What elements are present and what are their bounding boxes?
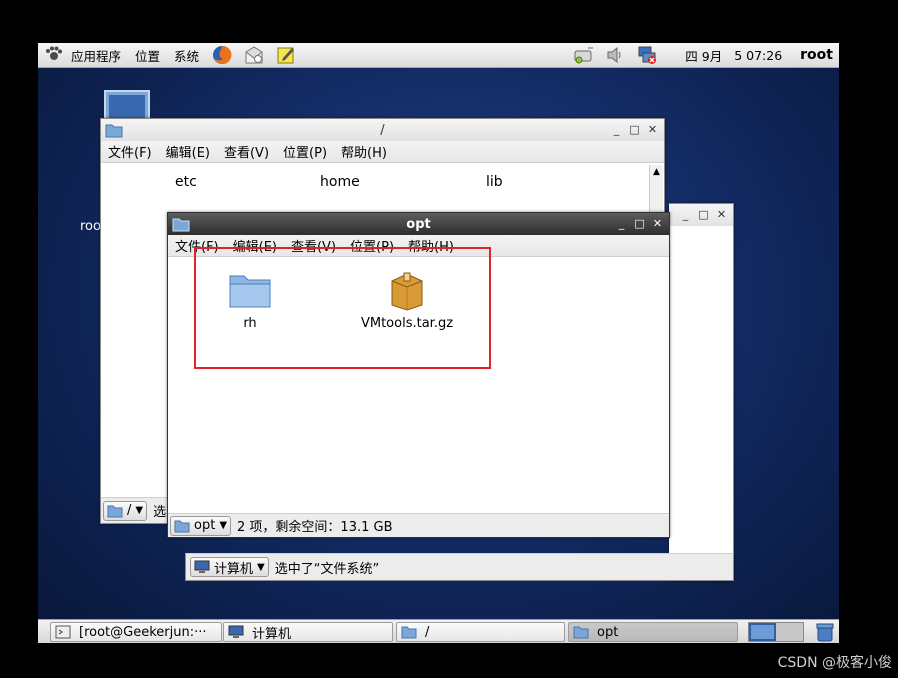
places-menu[interactable]: 位置 <box>128 46 167 65</box>
computer-icon <box>228 625 244 638</box>
workspace-2[interactable] <box>776 623 803 641</box>
close-button[interactable]: ✕ <box>650 216 665 231</box>
computer-titlebar[interactable]: _ □ ✕ <box>669 204 733 226</box>
menu-help[interactable]: 帮助(H) <box>334 142 394 161</box>
opt-titlebar[interactable]: opt _ □ ✕ <box>168 213 669 235</box>
folder-icon <box>573 626 589 639</box>
minimize-button[interactable]: _ <box>609 122 624 137</box>
watermark: CSDN @极客小俊 <box>777 655 892 671</box>
scroll-up-icon[interactable]: ▲ <box>650 165 663 179</box>
chevron-down-icon: ▼ <box>219 520 228 531</box>
menu-edit[interactable]: 编辑(E) <box>159 142 217 161</box>
window-title: opt <box>406 216 431 232</box>
minimize-button[interactable]: _ <box>678 207 693 222</box>
menu-places[interactable]: 位置(P) <box>276 142 334 161</box>
applications-menu[interactable]: 应用程序 <box>64 46 128 65</box>
status-text: 2 项，剩余空间：13.1 GB <box>237 520 393 535</box>
workspace-switcher[interactable] <box>748 622 804 642</box>
folder-item-lib[interactable]: lib <box>486 174 503 190</box>
close-button[interactable]: ✕ <box>645 122 660 137</box>
gnome-foot-icon <box>44 45 64 65</box>
chevron-down-icon: ▼ <box>257 561 265 573</box>
bottom-panel: [root@Geekerjun:··· 计算机 / opt <box>38 619 839 643</box>
workspace-1[interactable] <box>749 623 777 641</box>
close-button[interactable]: ✕ <box>714 207 729 222</box>
maximize-button[interactable]: □ <box>627 122 642 137</box>
mail-icon[interactable] <box>244 45 264 65</box>
system-menu[interactable]: 系统 <box>167 46 206 65</box>
folder-item-etc[interactable]: etc <box>175 174 197 190</box>
menu-file[interactable]: 文件(F) <box>101 142 159 161</box>
task-label: opt <box>597 624 619 640</box>
computer-icon <box>194 560 210 573</box>
user-label[interactable]: root <box>790 47 839 63</box>
chevron-down-icon: ▼ <box>135 505 144 516</box>
network-icon[interactable] <box>573 45 594 65</box>
clock-label[interactable]: 5 07:26 <box>728 48 790 63</box>
folder-icon <box>174 520 190 532</box>
window-title: / <box>380 122 385 138</box>
task-label: [root@Geekerjun:··· <box>79 624 207 640</box>
taskbar-terminal[interactable]: [root@Geekerjun:··· <box>50 622 222 642</box>
maximize-button[interactable]: □ <box>696 207 711 222</box>
home-desktop-label[interactable]: roo <box>80 219 101 234</box>
date-label[interactable]: 四 9月 <box>663 46 728 65</box>
location-button[interactable]: opt ▼ <box>170 515 232 536</box>
menu-view[interactable]: 查看(V) <box>217 142 276 161</box>
folder-icon <box>401 626 417 639</box>
maximize-button[interactable]: □ <box>632 216 647 231</box>
firefox-icon[interactable] <box>212 45 232 65</box>
minimize-button[interactable]: _ <box>614 216 629 231</box>
computer-window-statusbar: 计算机 ▼ 选中了“文件系统” <box>185 553 734 581</box>
top-panel: 应用程序 位置 系统 四 9月 5 07:26 root <box>38 43 839 68</box>
menu-bar: 文件(F) 编辑(E) 查看(V) 位置(P) 帮助(H) <box>101 141 664 163</box>
filesystem-titlebar[interactable]: / _ □ ✕ <box>101 119 664 141</box>
folder-item-home[interactable]: home <box>320 174 360 190</box>
taskbar-filesystem[interactable]: / <box>396 622 565 642</box>
task-label: / <box>425 624 430 640</box>
trash-icon[interactable] <box>815 622 835 643</box>
highlight-box <box>194 247 491 369</box>
volume-icon[interactable] <box>605 45 625 65</box>
network-disconnected-icon[interactable] <box>637 45 657 65</box>
computer-window: _ □ ✕ <box>669 203 734 581</box>
task-label: 计算机 <box>252 626 292 642</box>
location-label: 计算机 <box>214 561 254 577</box>
status-text: 选 <box>153 505 167 520</box>
terminal-icon <box>55 625 71 639</box>
taskbar-opt[interactable]: opt <box>568 622 738 642</box>
status-bar: opt ▼ 2 项，剩余空间：13.1 GB <box>168 513 669 537</box>
note-editor-icon[interactable] <box>276 45 296 65</box>
taskbar-computer[interactable]: 计算机 <box>223 622 393 642</box>
location-label: / <box>127 503 132 518</box>
location-button[interactable]: / ▼ <box>103 500 148 521</box>
location-button[interactable]: 计算机 ▼ <box>190 557 269 577</box>
location-label: opt <box>194 518 216 533</box>
folder-icon <box>107 505 123 517</box>
status-text: 选中了“文件系统” <box>274 561 380 577</box>
